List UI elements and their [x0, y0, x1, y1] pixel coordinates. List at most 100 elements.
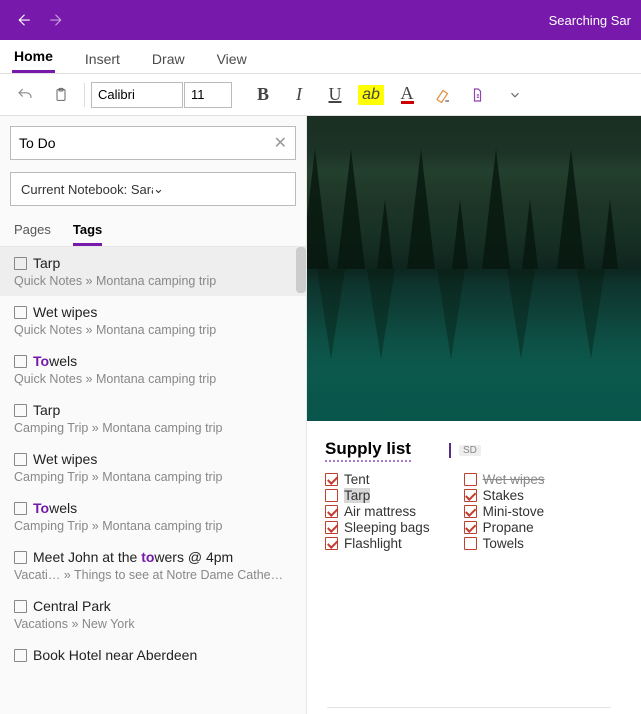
- todo-checkbox-icon: [14, 355, 27, 368]
- checklist-label: Wet wipes: [483, 472, 545, 487]
- subtab-pages[interactable]: Pages: [14, 218, 51, 246]
- styles-button[interactable]: [462, 80, 496, 110]
- checkbox-icon[interactable]: [464, 505, 477, 518]
- search-results: TarpQuick Notes » Montana camping tripWe…: [0, 247, 306, 714]
- todo-checkbox-icon: [14, 453, 27, 466]
- tab-home[interactable]: Home: [12, 42, 55, 73]
- search-box[interactable]: ✕: [10, 126, 296, 160]
- italic-button[interactable]: I: [282, 80, 316, 110]
- search-result[interactable]: Wet wipes Quick Notes » Montana camping t…: [0, 296, 306, 345]
- formatting-toolbar: B I U ab A: [0, 74, 641, 116]
- checkbox-icon[interactable]: [464, 521, 477, 534]
- window-title: Searching Sar: [549, 13, 635, 28]
- search-result[interactable]: TowelsCamping Trip » Montana camping tri…: [0, 492, 306, 541]
- checklist-item[interactable]: Propane: [464, 520, 545, 535]
- checklist-item[interactable]: Sleeping bags: [325, 520, 430, 535]
- result-breadcrumb: Quick Notes » Montana camping trip: [14, 323, 292, 337]
- clear-formatting-button[interactable]: [426, 80, 460, 110]
- scrollbar-thumb[interactable]: [296, 247, 306, 293]
- result-breadcrumb: Camping Trip » Montana camping trip: [14, 470, 292, 484]
- todo-checkbox-icon: [14, 649, 27, 662]
- search-scope-dropdown[interactable]: Current Notebook: Sara's Noteboo ⌄: [10, 172, 296, 206]
- search-result[interactable]: Tarp Quick Notes » Montana camping trip: [0, 247, 306, 296]
- checklist-label: Stakes: [483, 488, 524, 503]
- result-breadcrumb: Vacati… » Things to see at Notre Dame Ca…: [14, 568, 292, 582]
- checklist-item[interactable]: Mini-stove: [464, 504, 545, 519]
- clear-search-icon[interactable]: ✕: [274, 133, 287, 153]
- subtab-tags[interactable]: Tags: [73, 218, 102, 246]
- checklist-item[interactable]: Tent: [325, 472, 430, 487]
- checklist-label: Flashlight: [344, 536, 402, 551]
- checklist-label: Mini-stove: [483, 504, 545, 519]
- clipboard-button[interactable]: [44, 80, 78, 110]
- note-image: [307, 116, 641, 421]
- result-title: Wet wipes: [33, 304, 97, 320]
- font-name-input[interactable]: [91, 82, 183, 108]
- checklist-item[interactable]: Towels: [464, 536, 545, 551]
- text-cursor: [449, 443, 451, 458]
- result-title: Towels: [33, 353, 77, 369]
- checkbox-icon[interactable]: [464, 537, 477, 550]
- result-title: Central Park: [33, 598, 111, 614]
- todo-checkbox-icon: [14, 306, 27, 319]
- checklist-item[interactable]: Wet wipes: [464, 472, 545, 487]
- todo-checkbox-icon: [14, 502, 27, 515]
- result-breadcrumb: Vacations » New York: [14, 617, 292, 631]
- search-subtabs: Pages Tags: [0, 212, 306, 247]
- note-title[interactable]: Supply list: [325, 439, 411, 462]
- search-result[interactable]: Central Park Vacations » New York: [0, 590, 306, 639]
- result-breadcrumb: Quick Notes » Montana camping trip: [14, 372, 292, 386]
- checklist-item[interactable]: Tarp: [325, 488, 430, 503]
- checklist-label: Propane: [483, 520, 534, 535]
- checklist-label: Tarp: [344, 488, 370, 503]
- todo-checkbox-icon: [14, 404, 27, 417]
- back-button[interactable]: [6, 3, 40, 37]
- underline-button[interactable]: U: [318, 80, 352, 110]
- more-button[interactable]: [498, 80, 532, 110]
- checkbox-icon[interactable]: [464, 473, 477, 486]
- forward-button[interactable]: [40, 3, 74, 37]
- checkbox-icon[interactable]: [325, 489, 338, 502]
- search-panel: ✕ Current Notebook: Sara's Noteboo ⌄ Pag…: [0, 116, 307, 714]
- search-scope-label: Current Notebook: Sara's Noteboo: [21, 182, 153, 197]
- todo-checkbox-icon: [14, 600, 27, 613]
- search-input[interactable]: [19, 135, 274, 151]
- checklist-label: Air mattress: [344, 504, 416, 519]
- font-color-button[interactable]: A: [390, 80, 424, 110]
- checkbox-icon[interactable]: [325, 537, 338, 550]
- undo-button[interactable]: [8, 80, 42, 110]
- ribbon-tabs: Home Insert Draw View: [0, 40, 641, 74]
- checkbox-icon[interactable]: [464, 489, 477, 502]
- checklist-label: Sleeping bags: [344, 520, 430, 535]
- result-breadcrumb: Camping Trip » Montana camping trip: [14, 421, 292, 435]
- checkbox-icon[interactable]: [325, 505, 338, 518]
- search-result[interactable]: Book Hotel near Aberdeen: [0, 639, 306, 671]
- checklist-label: Tent: [344, 472, 370, 487]
- result-title: Wet wipes: [33, 451, 97, 467]
- search-result[interactable]: Meet John at the towers @ 4pm Vacati… » T…: [0, 541, 306, 590]
- checklist-item[interactable]: Air mattress: [325, 504, 430, 519]
- tab-view[interactable]: View: [215, 45, 249, 73]
- search-result[interactable]: TarpCamping Trip » Montana camping trip: [0, 394, 306, 443]
- todo-checkbox-icon: [14, 551, 27, 564]
- bold-button[interactable]: B: [246, 80, 280, 110]
- result-title: Towels: [33, 500, 77, 516]
- highlight-button[interactable]: ab: [354, 80, 388, 110]
- result-breadcrumb: Quick Notes » Montana camping trip: [14, 274, 292, 288]
- checkbox-icon[interactable]: [325, 521, 338, 534]
- divider: [327, 707, 611, 708]
- font-size-input[interactable]: [184, 82, 232, 108]
- supply-list[interactable]: TentTarpAir mattressSleeping bagsFlashli…: [325, 472, 623, 551]
- result-title: Meet John at the towers @ 4pm: [33, 549, 233, 565]
- checklist-item[interactable]: Stakes: [464, 488, 545, 503]
- search-result[interactable]: Towels Quick Notes » Montana camping trip: [0, 345, 306, 394]
- tab-insert[interactable]: Insert: [83, 45, 122, 73]
- result-title: Tarp: [33, 255, 60, 271]
- tab-draw[interactable]: Draw: [150, 45, 187, 73]
- todo-checkbox-icon: [14, 257, 27, 270]
- titlebar: Searching Sar: [0, 0, 641, 40]
- search-result[interactable]: Wet wipes Camping Trip » Montana camping …: [0, 443, 306, 492]
- checklist-item[interactable]: Flashlight: [325, 536, 430, 551]
- checkbox-icon[interactable]: [325, 473, 338, 486]
- result-title: Book Hotel near Aberdeen: [33, 647, 197, 663]
